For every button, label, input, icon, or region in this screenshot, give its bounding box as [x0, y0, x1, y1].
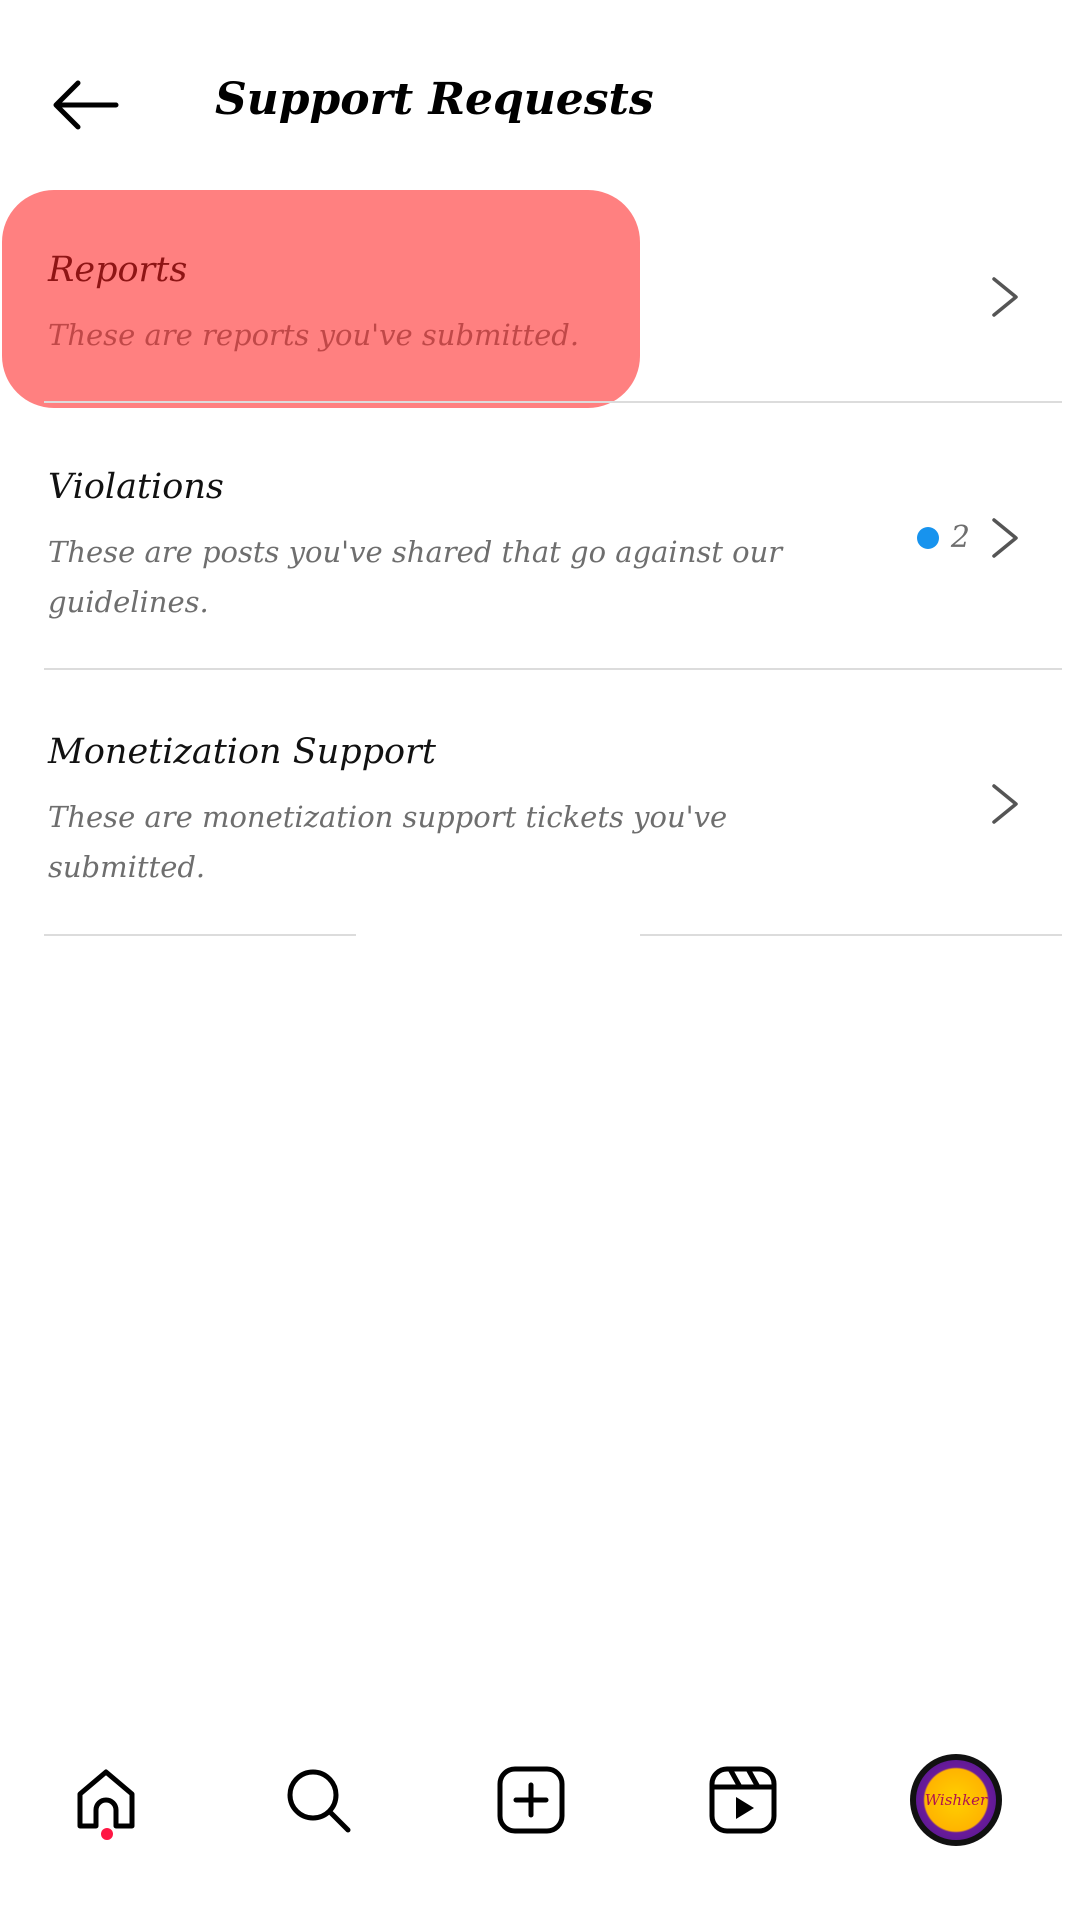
divider [44, 934, 356, 936]
chevron-right-icon [992, 518, 1018, 558]
chevron-right-icon [992, 277, 1018, 317]
notification-dot [101, 1828, 113, 1840]
create-icon [497, 1766, 565, 1834]
reports-title: Reports [48, 250, 188, 290]
reports-description: These are reports you've submitted. [48, 318, 580, 352]
back-button[interactable] [40, 70, 130, 140]
reports-row[interactable]: Reports These are reports you've submitt… [0, 190, 1080, 402]
unread-dot [916, 526, 939, 549]
monetization-support-row[interactable]: Monetization Support These are monetizat… [0, 670, 1080, 936]
divider [640, 934, 1062, 936]
reels-icon [709, 1766, 777, 1834]
avatar-logo-text: Wishker [924, 1791, 988, 1809]
violations-row[interactable]: Violations These are posts you've shared… [0, 403, 1080, 669]
nav-create[interactable] [481, 1750, 581, 1850]
screen: Support Requests Reports These are repor… [0, 0, 1080, 1920]
arrow-left-icon [53, 80, 119, 130]
violations-title: Violations [48, 467, 224, 507]
home-icon [77, 1769, 135, 1829]
nav-search[interactable] [268, 1750, 368, 1850]
violations-badge: 2 [916, 520, 970, 555]
chevron-right-icon [992, 784, 1018, 824]
violations-count: 2 [950, 520, 970, 555]
violations-description: These are posts you've shared that go ag… [48, 535, 783, 619]
nav-reels[interactable] [693, 1750, 793, 1850]
nav-profile[interactable]: Wishker [906, 1750, 1006, 1850]
monetization-support-description: These are monetization support tickets y… [48, 800, 728, 884]
monetization-support-title: Monetization Support [48, 732, 436, 772]
avatar-image: Wishker [916, 1760, 996, 1840]
bottom-nav: Wishker [0, 1730, 1080, 1920]
profile-avatar: Wishker [910, 1754, 1002, 1846]
search-icon [287, 1769, 351, 1833]
top-bar: Support Requests [0, 0, 1080, 200]
page-title: Support Requests [215, 74, 654, 125]
